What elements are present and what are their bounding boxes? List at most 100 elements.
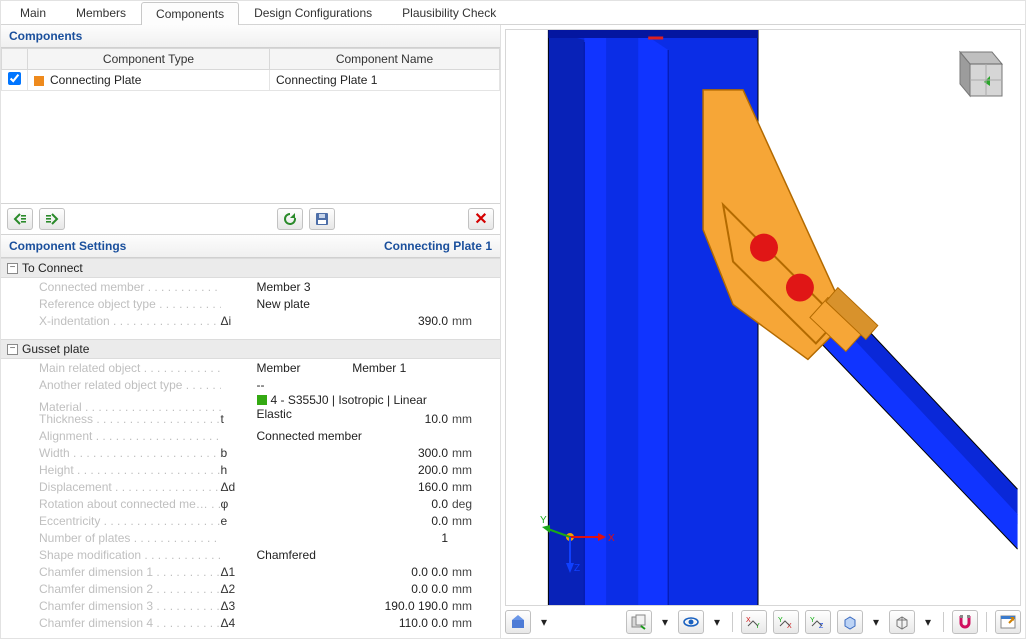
indent-left-button[interactable]: [7, 208, 33, 230]
property-row[interactable]: Chamfer dimension 4 . . . . . . . . . . …: [1, 614, 500, 631]
property-row[interactable]: Reference object type . . . . . . . . . …: [1, 295, 500, 312]
3d-viewport[interactable]: X Y Z: [505, 29, 1021, 606]
tab-design-configurations[interactable]: Design Configurations: [239, 1, 387, 24]
table-row[interactable]: Connecting Plate Connecting Plate 1: [2, 70, 500, 91]
prop-symbol: Δ4: [221, 616, 257, 630]
show-hide-button[interactable]: [678, 610, 704, 634]
property-row[interactable]: Rotation about connected me… . . . . . .…: [1, 495, 500, 512]
indent-right-button[interactable]: [39, 208, 65, 230]
prop-value[interactable]: New plate: [257, 297, 453, 311]
dropdown-icon[interactable]: ▾: [869, 610, 883, 634]
view-copy-button[interactable]: [626, 610, 652, 634]
prop-label: Displacement . . . . . . . . . . . . . .…: [25, 480, 221, 494]
prop-label: Shape modification . . . . . . . . . . .…: [25, 548, 221, 562]
wireframe-button[interactable]: [889, 610, 915, 634]
prop-label: Thickness . . . . . . . . . . . . . . . …: [25, 412, 221, 426]
property-row[interactable]: Thickness . . . . . . . . . . . . . . . …: [1, 410, 500, 427]
property-row[interactable]: Chamfer dimension 1 . . . . . . . . . . …: [1, 563, 500, 580]
prop-value[interactable]: MemberMember 1: [257, 361, 453, 375]
property-row[interactable]: Height . . . . . . . . . . . . . . . . .…: [1, 461, 500, 478]
property-row[interactable]: Chamfer dimension 3 . . . . . . . . . . …: [1, 597, 500, 614]
property-row[interactable]: Eccentricity . . . . . . . . . . . . . .…: [1, 512, 500, 529]
prop-value[interactable]: 0.0 0.0: [257, 582, 453, 596]
property-row[interactable]: Another related object type . . . . . . …: [1, 376, 500, 393]
prop-label: Alignment . . . . . . . . . . . . . . . …: [25, 429, 221, 443]
dropdown-icon[interactable]: ▾: [658, 610, 672, 634]
property-group[interactable]: −To Connect: [1, 258, 500, 278]
tab-members[interactable]: Members: [61, 1, 141, 24]
new-window-button[interactable]: [995, 610, 1021, 634]
dropdown-icon[interactable]: ▾: [537, 610, 551, 634]
property-row[interactable]: Displacement . . . . . . . . . . . . . .…: [1, 478, 500, 495]
column-name[interactable]: Component Name: [270, 49, 500, 70]
prop-value[interactable]: 10.0: [257, 412, 453, 426]
prop-value[interactable]: 300.0: [257, 446, 453, 460]
dropdown-icon[interactable]: ▾: [710, 610, 724, 634]
prop-value[interactable]: 0.0 0.0: [257, 565, 453, 579]
prop-label: Chamfer dimension 2 . . . . . . . . . . …: [25, 582, 221, 596]
prop-value[interactable]: 390.0: [257, 314, 453, 328]
property-row[interactable]: Number of plates . . . . . . . . . . . .…: [1, 529, 500, 546]
prop-unit: mm: [452, 616, 494, 630]
property-row[interactable]: Connected member . . . . . . . . . . . .…: [1, 278, 500, 295]
prop-label: Height . . . . . . . . . . . . . . . . .…: [25, 463, 221, 477]
prop-symbol: Δi: [221, 314, 257, 328]
tab-plausibility-check[interactable]: Plausibility Check: [387, 1, 511, 24]
prop-label: Eccentricity . . . . . . . . . . . . . .…: [25, 514, 221, 528]
view-yz-button[interactable]: YZ: [805, 610, 831, 634]
prop-unit: mm: [452, 599, 494, 613]
tab-main[interactable]: Main: [5, 1, 61, 24]
property-row[interactable]: Width . . . . . . . . . . . . . . . . . …: [1, 444, 500, 461]
cell-name[interactable]: Connecting Plate 1: [270, 70, 500, 91]
prop-value[interactable]: 0.0: [257, 497, 453, 511]
view-xy-button[interactable]: XY: [741, 610, 767, 634]
prop-unit: mm: [452, 565, 494, 579]
axis-widget: X Y Z: [540, 507, 620, 577]
magnet-snap-button[interactable]: [952, 610, 978, 634]
column-check: [2, 49, 28, 70]
prop-unit: deg: [452, 497, 494, 511]
dropdown-icon[interactable]: ▾: [921, 610, 935, 634]
prop-unit: mm: [452, 412, 494, 426]
prop-value[interactable]: Member 3: [257, 280, 453, 294]
prop-value[interactable]: 160.0: [257, 480, 453, 494]
tab-components[interactable]: Components: [141, 2, 239, 25]
property-tree[interactable]: −To ConnectConnected member . . . . . . …: [1, 258, 500, 638]
collapse-icon[interactable]: −: [7, 263, 18, 274]
property-row[interactable]: Material . . . . . . . . . . . . . . . .…: [1, 393, 500, 410]
prop-symbol: b: [221, 446, 257, 460]
refresh-button[interactable]: [277, 208, 303, 230]
prop-symbol: h: [221, 463, 257, 477]
navigation-cube[interactable]: [940, 40, 1010, 110]
prop-value[interactable]: Connected member: [257, 429, 453, 443]
prop-value[interactable]: 0.0: [257, 514, 453, 528]
iso-view-button[interactable]: [837, 610, 863, 634]
prop-unit: mm: [452, 463, 494, 477]
property-row[interactable]: Main related object . . . . . . . . . . …: [1, 359, 500, 376]
property-group[interactable]: −Gusset plate: [1, 339, 500, 359]
prop-value[interactable]: Chamfered: [257, 548, 453, 562]
property-row[interactable]: X-indentation . . . . . . . . . . . . . …: [1, 312, 500, 329]
prop-value[interactable]: 200.0: [257, 463, 453, 477]
svg-text:Y: Y: [810, 617, 815, 624]
delete-button[interactable]: ✕: [468, 208, 494, 230]
prop-label: Another related object type . . . . . . …: [25, 378, 221, 392]
collapse-icon[interactable]: −: [7, 344, 18, 355]
row-checkbox[interactable]: [8, 72, 21, 85]
show-whole-model-button[interactable]: [505, 610, 531, 634]
prop-value[interactable]: 110.0 0.0: [257, 616, 453, 630]
components-table: Component Type Component Name Connecting…: [1, 48, 500, 203]
view-yx-button[interactable]: YX: [773, 610, 799, 634]
column-type[interactable]: Component Type: [28, 49, 270, 70]
prop-value[interactable]: --: [257, 378, 453, 392]
property-row[interactable]: Alignment . . . . . . . . . . . . . . . …: [1, 427, 500, 444]
prop-value[interactable]: 190.0 190.0: [257, 599, 453, 613]
cell-type: Connecting Plate: [50, 73, 141, 87]
property-row[interactable]: Shape modification . . . . . . . . . . .…: [1, 546, 500, 563]
save-button[interactable]: [309, 208, 335, 230]
group-label: To Connect: [22, 261, 83, 275]
property-row[interactable]: Chamfer dimension 2 . . . . . . . . . . …: [1, 580, 500, 597]
prop-unit: mm: [452, 582, 494, 596]
prop-value[interactable]: 1: [257, 531, 453, 545]
main-tabs: Main Members Components Design Configura…: [1, 1, 1025, 25]
